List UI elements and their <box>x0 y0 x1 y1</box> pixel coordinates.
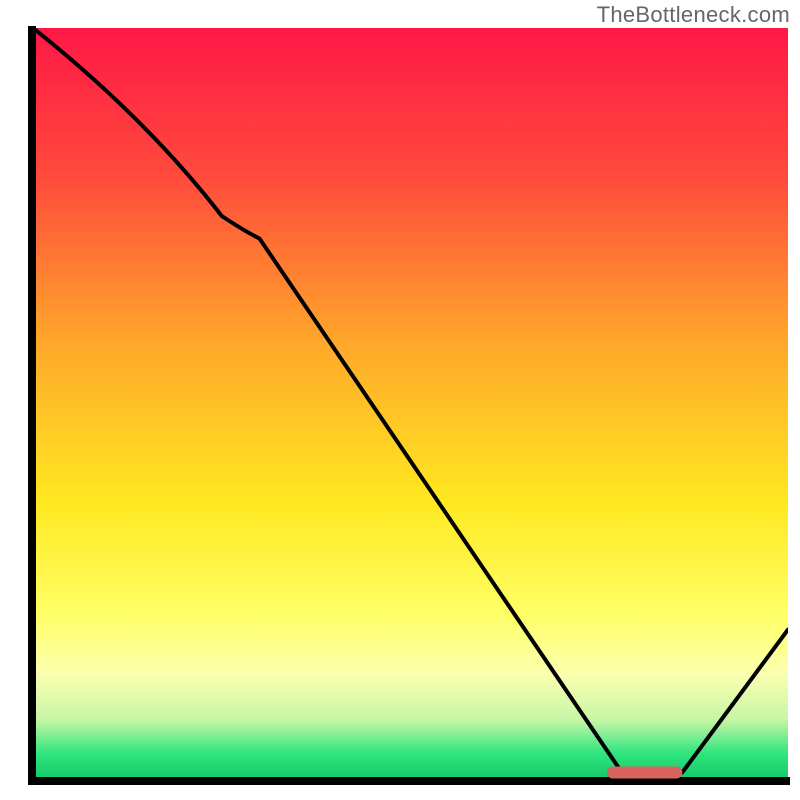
bottleneck-chart <box>0 0 800 800</box>
chart-frame: TheBottleneck.com <box>0 0 800 800</box>
gradient-background <box>33 28 788 780</box>
optimal-marker <box>607 766 683 778</box>
